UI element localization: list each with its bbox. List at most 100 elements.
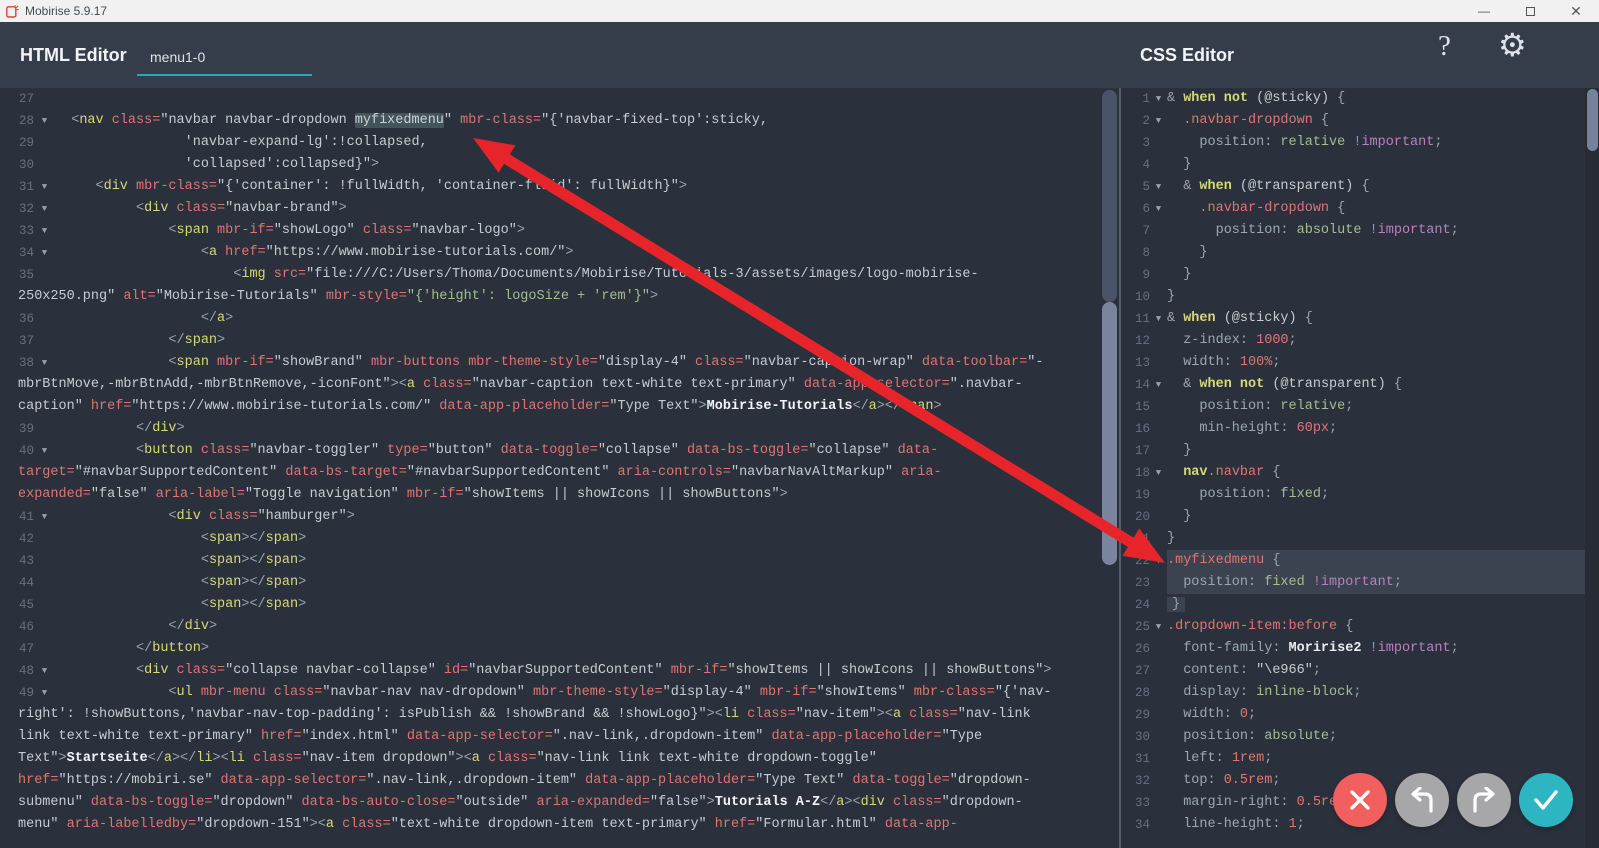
html-scrollbar-track[interactable] [1102,90,1117,302]
code-row[interactable]: 25 ▼ .dropdown-item:before { [1121,616,1585,638]
html-scrollbar-thumb[interactable] [1102,302,1117,565]
code-row[interactable]: 46 </div> [0,616,1119,638]
code-row[interactable]: 41 ▼ <div class="hamburger"> [0,506,1119,528]
code-row[interactable]: 14 ▼ & when not (@transparent) { [1121,374,1585,396]
fold-arrow-icon[interactable]: ▼ [34,176,55,198]
css-scrollbar-track[interactable] [1585,88,1599,848]
code-row[interactable]: 35 <img src="file:///C:/Users/Thoma/Docu… [0,264,1119,286]
fold-arrow-icon[interactable]: ▼ [34,682,55,704]
code-row[interactable]: 16 min-height: 60px; [1121,418,1585,440]
code-row[interactable]: 27 [0,88,1119,110]
code-row[interactable]: 31 ▼ <div mbr-class="{'container': !fullW… [0,176,1119,198]
code-row[interactable]: 8 } [1121,242,1585,264]
code-row[interactable]: 9 } [1121,264,1585,286]
fold-arrow-icon[interactable]: ▼ [34,110,55,132]
fold-arrow-icon[interactable]: ▼ [1150,374,1167,396]
code-row[interactable]: 19 position: fixed; [1121,484,1585,506]
code-row[interactable]: 20 } [1121,506,1585,528]
code-row[interactable]: 27 content: "\e966"; [1121,660,1585,682]
code-row[interactable]: 39 </div> [0,418,1119,440]
settings-gear-icon[interactable]: ⚙ [1498,26,1527,64]
fold-arrow-icon[interactable]: ▼ [34,506,55,528]
code-row[interactable]: 42 <span></span> [0,528,1119,550]
code-row[interactable]: 24} [1121,594,1585,616]
code-row[interactable]: 2 ▼ .navbar-dropdown { [1121,110,1585,132]
code-row[interactable]: 1 ▼ & when not (@sticky) { [1121,88,1585,110]
code-row[interactable]: Text">Startseite</a></li><li class="nav-… [0,748,1119,770]
code-row[interactable]: 43 <span></span> [0,550,1119,572]
code-row[interactable]: 5 ▼ & when (@transparent) { [1121,176,1585,198]
code-row[interactable]: 34 ▼ <a href="https://www.mobirise-tutori… [0,242,1119,264]
code-row[interactable]: 30 position: absolute; [1121,726,1585,748]
fold-arrow-icon[interactable]: ▼ [1150,550,1167,572]
code-row[interactable]: 32 ▼ <div class="navbar-brand"> [0,198,1119,220]
close-icon[interactable]: ✕ [1553,0,1599,22]
fold-arrow-icon[interactable]: ▼ [1150,198,1167,220]
code-row[interactable]: 37 </span> [0,330,1119,352]
redo-button[interactable] [1457,773,1511,827]
code-row[interactable]: 47 </button> [0,638,1119,660]
code-row[interactable]: mbrBtnMove,-mbrBtnAdd,-mbrBtnRemove,-ico… [0,374,1119,396]
maximize-icon[interactable] [1507,0,1553,22]
fold-arrow-icon[interactable]: ▼ [1150,176,1167,198]
code-row[interactable]: 22 ▼ .myfixedmenu { [1121,550,1585,572]
code-row[interactable]: 15 position: relative; [1121,396,1585,418]
code-row[interactable]: 28 display: inline-block; [1121,682,1585,704]
apply-button[interactable] [1519,773,1573,827]
code-row[interactable]: 7 position: absolute !important; [1121,220,1585,242]
code-row[interactable]: 38 ▼ <span mbr-if="showBrand" mbr-buttons… [0,352,1119,374]
css-scrollbar-thumb[interactable] [1587,89,1598,151]
code-row[interactable]: expanded="false" aria-label="Toggle navi… [0,484,1119,506]
fold-arrow-icon[interactable]: ▼ [34,198,55,220]
help-icon[interactable]: ? [1438,30,1451,63]
code-row[interactable]: menu" aria-labelledby="dropdown-151"><a … [0,814,1119,836]
code-row[interactable]: 6 ▼ .navbar-dropdown { [1121,198,1585,220]
code-row[interactable]: 45 <span></span> [0,594,1119,616]
code-row[interactable]: link text-white text-primary" href="inde… [0,726,1119,748]
code-row[interactable]: target="#navbarSupportedContent" data-bs… [0,462,1119,484]
undo-button[interactable] [1395,773,1449,827]
code-row[interactable]: 33 ▼ <span mbr-if="showLogo" class="navba… [0,220,1119,242]
code-row[interactable]: 29 'navbar-expand-lg':!collapsed, [0,132,1119,154]
code-row[interactable]: 3 position: relative !important; [1121,132,1585,154]
fold-arrow-icon[interactable]: ▼ [1150,462,1167,484]
fold-arrow-icon[interactable]: ▼ [34,220,55,242]
code-row[interactable]: 29 width: 0; [1121,704,1585,726]
fold-arrow-icon[interactable]: ▼ [34,440,55,462]
code-row[interactable]: 10} [1121,286,1585,308]
code-row[interactable]: 31 left: 1rem; [1121,748,1585,770]
code-row[interactable]: 12 z-index: 1000; [1121,330,1585,352]
code-row[interactable]: 17 } [1121,440,1585,462]
discard-button[interactable] [1333,773,1387,827]
code-row[interactable]: 28 ▼ <nav class="navbar navbar-dropdown m… [0,110,1119,132]
code-row[interactable]: caption" href="https://www.mobirise-tuto… [0,396,1119,418]
fold-arrow-icon[interactable]: ▼ [34,242,55,264]
code-row[interactable]: 250x250.png" alt="Mobirise-Tutorials" mb… [0,286,1119,308]
fold-arrow-icon[interactable]: ▼ [34,660,55,682]
code-row[interactable]: 11 ▼ & when (@sticky) { [1121,308,1585,330]
html-code-editor[interactable]: 27 28 ▼ <nav class="navbar navbar-dropdown… [0,88,1119,848]
code-row[interactable]: 30 'collapsed':collapsed}"> [0,154,1119,176]
fold-arrow-icon[interactable]: ▼ [34,352,55,374]
code-row[interactable]: 18 ▼ nav.navbar { [1121,462,1585,484]
code-row[interactable]: 40 ▼ <button class="navbar-toggler" type=… [0,440,1119,462]
code-row[interactable]: 36 </a> [0,308,1119,330]
code-row[interactable]: 44 <span></span> [0,572,1119,594]
code-row[interactable]: 4 } [1121,154,1585,176]
code-row[interactable]: submenu" data-bs-toggle="dropdown" data-… [0,792,1119,814]
fold-arrow-icon[interactable]: ▼ [1150,88,1167,110]
code-row[interactable]: 21} [1121,528,1585,550]
fold-arrow-icon[interactable]: ▼ [1150,308,1167,330]
code-row[interactable]: 26 font-family: Moririse2 !important; [1121,638,1585,660]
code-row[interactable]: 13 width: 100%; [1121,352,1585,374]
code-row[interactable]: href="https://mobiri.se" data-app-select… [0,770,1119,792]
minimize-icon[interactable]: — [1461,0,1507,22]
code-row[interactable]: 48 ▼ <div class="collapse navbar-collapse… [0,660,1119,682]
fold-arrow-icon[interactable]: ▼ [1150,110,1167,132]
code-row[interactable]: 49 ▼ <ul mbr-menu class="navbar-nav nav-d… [0,682,1119,704]
code-row[interactable]: right': !showButtons,'navbar-nav-top-pad… [0,704,1119,726]
code-row[interactable]: 23 position: fixed !important; [1121,572,1585,594]
fold-arrow-icon[interactable]: ▼ [1150,616,1167,638]
tab-menu1-0[interactable]: menu1-0 [150,49,205,65]
css-code-editor[interactable]: 1 ▼ & when not (@sticky) {2 ▼ .navbar-dropd… [1121,88,1585,848]
